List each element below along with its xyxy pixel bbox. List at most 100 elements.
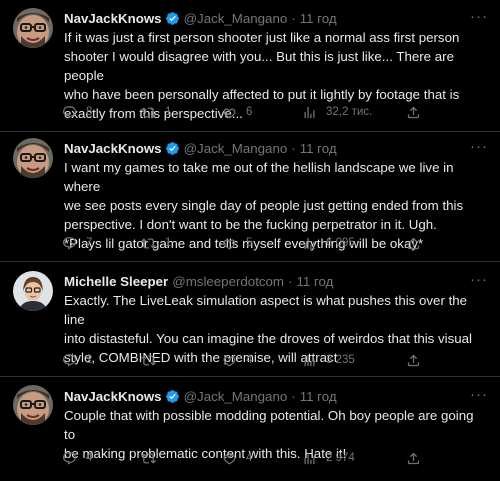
retweet-count: 1 xyxy=(165,237,172,249)
tweet-divider xyxy=(0,131,500,132)
views-button[interactable]: 6 095 xyxy=(302,234,355,252)
user-handle[interactable]: @Jack_Mangano xyxy=(184,141,288,156)
avatar[interactable] xyxy=(13,138,53,178)
view-count: 3 235 xyxy=(326,354,355,366)
tweet-text-line: If it was just a first person shooter ju… xyxy=(64,30,460,45)
more-options-button[interactable]: ··· xyxy=(470,139,488,154)
views-button[interactable]: 32,2 тис. xyxy=(302,103,372,121)
views-button[interactable]: 2 974 xyxy=(302,449,355,467)
retweet-icon xyxy=(141,353,156,368)
retweet-button[interactable]: 1 xyxy=(141,103,171,121)
like-icon xyxy=(222,105,237,120)
share-button[interactable] xyxy=(406,234,421,252)
tweet-text-line: who have been personally affected to put… xyxy=(64,87,460,102)
like-icon xyxy=(222,236,237,251)
reply-count: 2 xyxy=(86,354,93,366)
avatar[interactable] xyxy=(13,385,53,425)
timestamp[interactable]: 11 год xyxy=(300,11,337,26)
like-icon xyxy=(222,451,237,466)
reply-icon xyxy=(62,236,77,251)
avatar[interactable] xyxy=(13,8,53,48)
tweet-header: NavJackKnows @Jack_Mangano · 11 год xyxy=(64,387,337,405)
avatar[interactable] xyxy=(13,271,53,311)
like-count: 4 xyxy=(246,354,253,366)
share-button[interactable] xyxy=(406,103,421,121)
share-button[interactable] xyxy=(406,351,421,369)
views-icon xyxy=(302,236,317,251)
retweet-icon xyxy=(141,105,156,120)
user-handle[interactable]: @Jack_Mangano xyxy=(184,389,288,404)
more-icon: ··· xyxy=(470,271,488,288)
tweet-divider xyxy=(0,376,500,377)
views-icon xyxy=(302,451,317,466)
timestamp[interactable]: 11 год xyxy=(300,141,337,156)
tweet-text-line: we see posts every single day of people … xyxy=(64,198,464,213)
tweet-text-line: shooter I would disagree with you... But… xyxy=(64,49,454,83)
like-button[interactable]: 4 xyxy=(222,449,252,467)
reply-count: 4 xyxy=(86,452,93,464)
reply-button[interactable]: 7 xyxy=(62,234,92,252)
share-button[interactable] xyxy=(406,449,421,467)
retweet-button[interactable] xyxy=(141,449,165,467)
separator: · xyxy=(291,388,296,404)
display-name[interactable]: NavJackKnows xyxy=(64,141,162,156)
reply-count: 7 xyxy=(86,237,93,249)
display-name[interactable]: Michelle Sleeper xyxy=(64,274,168,289)
more-icon: ··· xyxy=(470,386,488,403)
like-count: 5 xyxy=(246,237,253,249)
reply-button[interactable]: 4 xyxy=(62,449,92,467)
reply-count: 8 xyxy=(86,106,93,118)
more-options-button[interactable]: ··· xyxy=(470,386,488,403)
views-icon xyxy=(302,353,317,368)
timestamp[interactable]: 11 год xyxy=(300,389,337,404)
share-icon xyxy=(406,451,421,466)
user-handle[interactable]: @msleeperdotcom xyxy=(172,274,284,289)
tweet-header: NavJackKnows @Jack_Mangano · 11 год xyxy=(64,139,337,157)
view-count: 6 095 xyxy=(326,237,355,249)
more-options-button[interactable]: ··· xyxy=(470,8,488,25)
retweet-button[interactable] xyxy=(141,351,165,369)
like-icon xyxy=(222,353,237,368)
tweet-header: Michelle Sleeper @msleeperdotcom · 11 год xyxy=(64,272,333,290)
tweet-text-line: Exactly. The LiveLeak simulation aspect … xyxy=(64,293,468,327)
user-handle[interactable]: @Jack_Mangano xyxy=(184,11,288,26)
more-icon: ··· xyxy=(470,8,488,25)
retweet-button[interactable]: 1 xyxy=(141,234,171,252)
display-name[interactable]: NavJackKnows xyxy=(64,11,162,26)
tweet-text-line: into distasteful. You can imagine the dr… xyxy=(64,331,473,346)
more-options-button[interactable]: ··· xyxy=(470,271,488,288)
display-name[interactable]: NavJackKnows xyxy=(64,389,162,404)
share-icon xyxy=(406,236,421,251)
verified-badge-icon xyxy=(165,11,179,25)
reply-button[interactable]: 8 xyxy=(62,103,92,121)
tweet-text-line: I want my games to take me out of the he… xyxy=(64,160,454,194)
like-button[interactable]: 6 xyxy=(222,103,252,121)
tweet-actions: 4 4 2 974 xyxy=(62,449,422,467)
tweet-text-line: perspective. I don't want to be the fuck… xyxy=(64,217,437,232)
view-count: 32,2 тис. xyxy=(326,106,373,118)
verified-badge-icon xyxy=(165,389,179,403)
verified-badge-icon xyxy=(165,141,179,155)
tweet-actions: 7 1 5 6 095 xyxy=(62,234,422,252)
like-count: 6 xyxy=(246,106,253,118)
tweet-divider xyxy=(0,261,500,262)
view-count: 2 974 xyxy=(326,452,355,464)
retweet-count: 1 xyxy=(165,106,172,118)
like-button[interactable]: 5 xyxy=(222,234,252,252)
tweet-actions: 8 1 6 32,2 тис. xyxy=(62,103,422,121)
views-icon xyxy=(302,105,317,120)
separator: · xyxy=(288,273,293,289)
like-count: 4 xyxy=(246,452,253,464)
tweet-header: NavJackKnows @Jack_Mangano · 11 год xyxy=(64,9,337,27)
like-button[interactable]: 4 xyxy=(222,351,252,369)
reply-icon xyxy=(62,451,77,466)
reply-icon xyxy=(62,105,77,120)
views-button[interactable]: 3 235 xyxy=(302,351,355,369)
retweet-icon xyxy=(141,236,156,251)
tweet-actions: 2 4 3 235 xyxy=(62,351,422,369)
share-icon xyxy=(406,353,421,368)
reply-icon xyxy=(62,353,77,368)
timestamp[interactable]: 11 год xyxy=(296,274,333,289)
reply-button[interactable]: 2 xyxy=(62,351,92,369)
tweet-text-line: Couple that with possible modding potent… xyxy=(64,408,474,442)
